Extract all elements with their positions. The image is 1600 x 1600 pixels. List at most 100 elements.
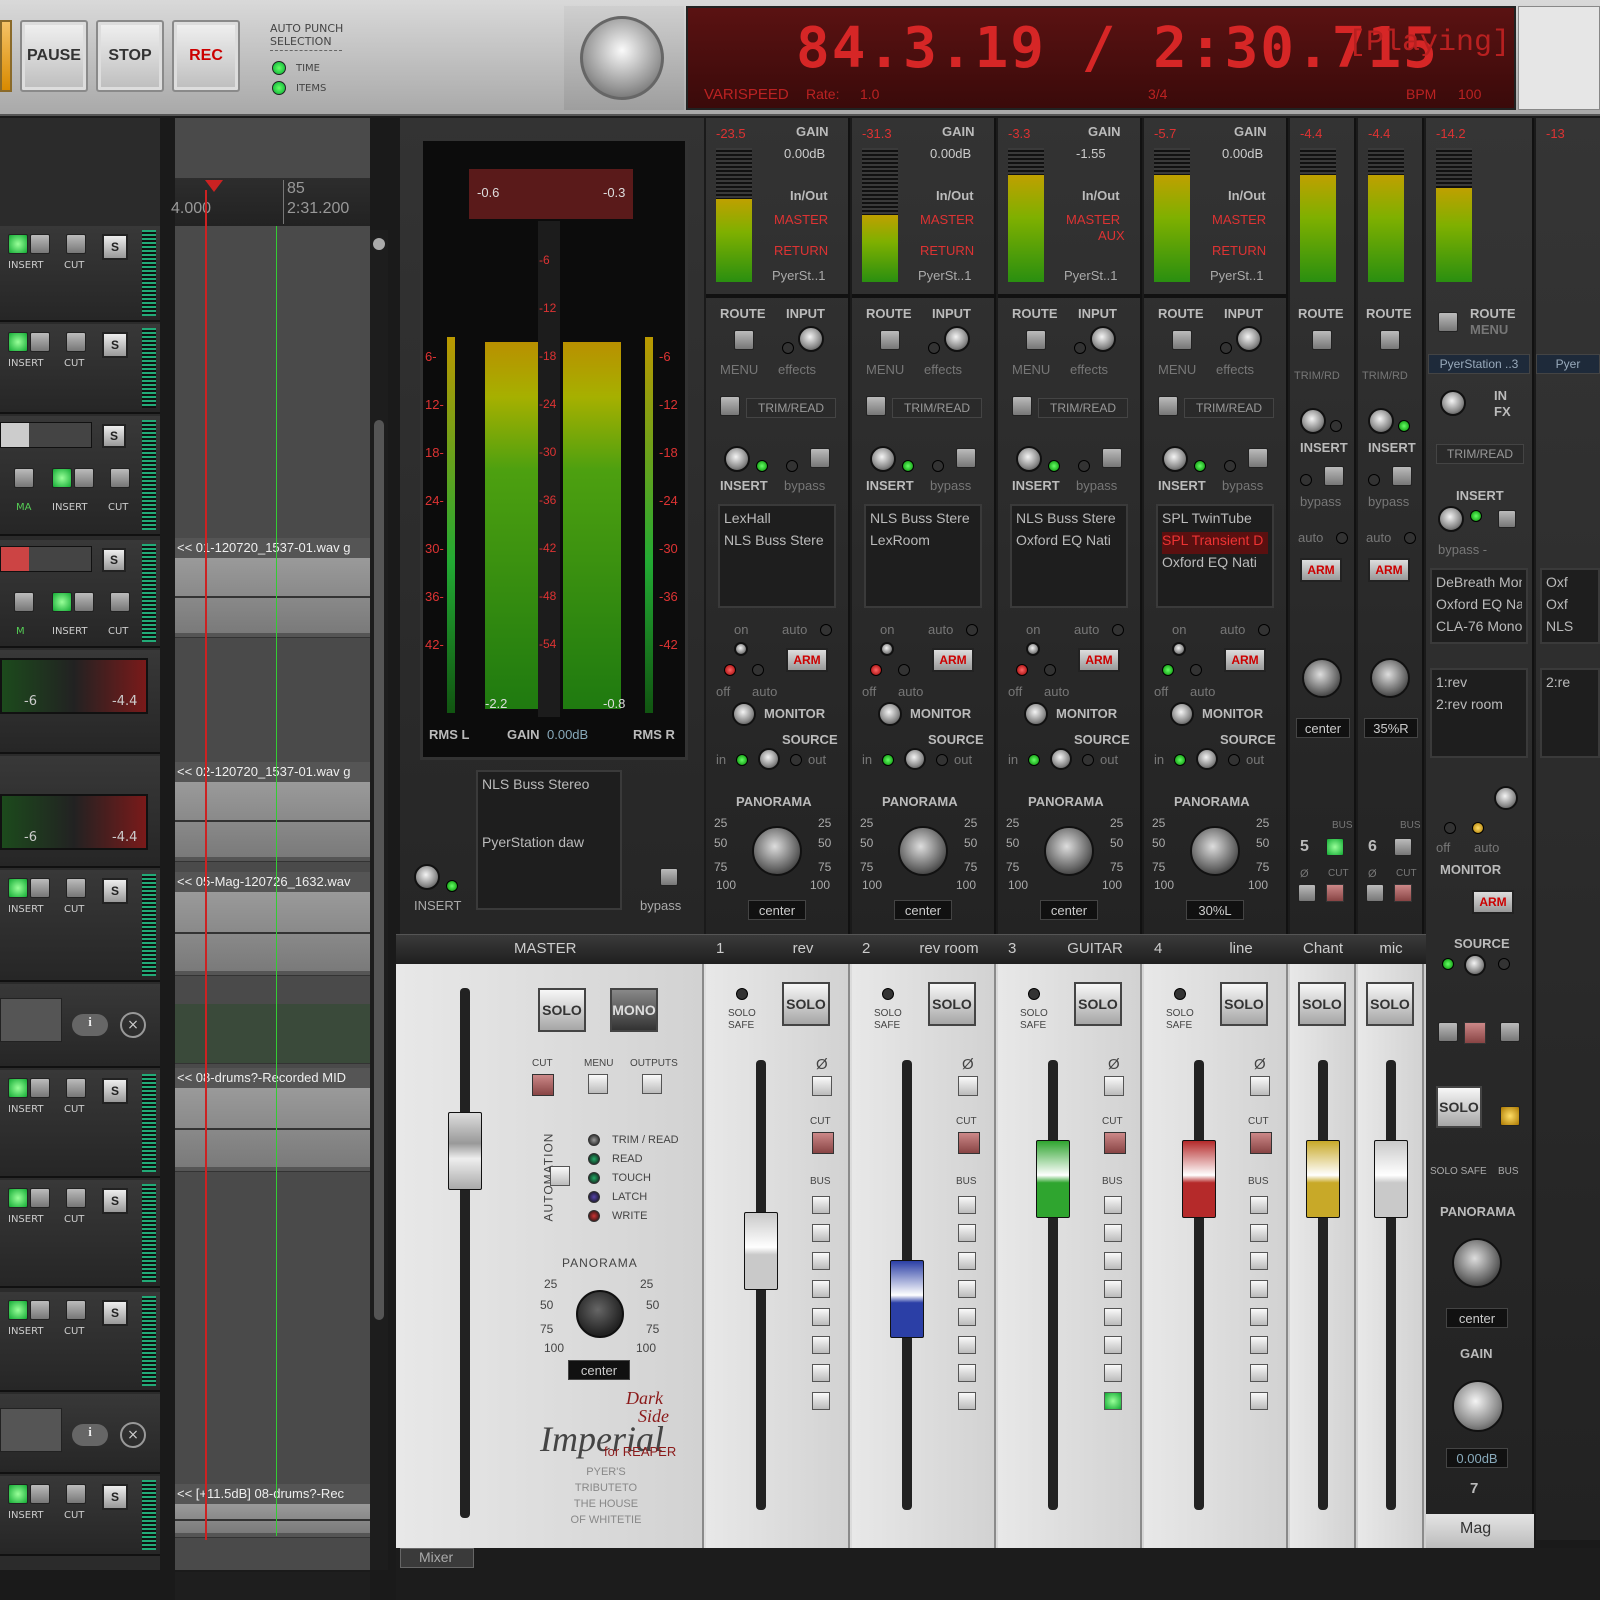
solo-button[interactable]: SOLO — [1220, 982, 1268, 1026]
track-cut-button[interactable] — [66, 878, 86, 898]
bus-assign-button[interactable] — [812, 1392, 830, 1410]
channel-name[interactable]: Chant — [1290, 940, 1356, 957]
track-button[interactable] — [30, 1484, 50, 1504]
track-row[interactable]: i × — [0, 984, 160, 1068]
solo-button[interactable]: SOLO — [1298, 982, 1346, 1026]
bus-assign-button[interactable] — [812, 1252, 830, 1270]
track-cut-button[interactable] — [66, 1078, 86, 1098]
track-solo-button[interactable]: S — [102, 234, 128, 260]
ch7-bus-button[interactable] — [1500, 1022, 1520, 1042]
insert-knob[interactable] — [1162, 446, 1188, 472]
route-button[interactable] — [1026, 330, 1046, 350]
monitor-knob[interactable] — [732, 702, 756, 726]
insert-led[interactable] — [756, 460, 768, 472]
monitor-knob[interactable] — [878, 702, 902, 726]
track-info-panel[interactable] — [0, 1408, 62, 1452]
track-cut-button[interactable] — [66, 234, 86, 254]
automation-mode[interactable]: TRIM/READ — [1184, 398, 1274, 418]
automation-mode-led[interactable] — [588, 1172, 600, 1184]
cut-button[interactable] — [812, 1132, 834, 1154]
channel-return[interactable]: RETURN — [920, 243, 974, 258]
record-arm-led[interactable] — [1162, 664, 1174, 676]
ch7-insert-knob[interactable] — [1438, 506, 1464, 532]
track-solo-button[interactable]: S — [102, 1078, 128, 1104]
insert-led[interactable] — [902, 460, 914, 472]
ch7-pan-knob[interactable] — [1452, 1238, 1502, 1288]
bypass-led[interactable] — [1224, 460, 1236, 472]
bus-assign-button[interactable] — [958, 1196, 976, 1214]
trim-read-button[interactable] — [1158, 396, 1178, 416]
bus-assign-button[interactable] — [958, 1308, 976, 1326]
auto-led[interactable] — [1336, 532, 1348, 544]
route-button[interactable] — [1380, 330, 1400, 350]
horizontal-scrollbar[interactable] — [175, 1572, 370, 1600]
channel-master-send[interactable]: MASTER — [1212, 212, 1266, 227]
track-solo-button[interactable]: S — [102, 332, 128, 358]
track-info-panel[interactable] — [0, 998, 62, 1042]
input-knob[interactable] — [1090, 326, 1116, 352]
master-insert-knob[interactable] — [414, 864, 440, 890]
bus-assign-button[interactable] — [1250, 1336, 1268, 1354]
track-button[interactable] — [74, 468, 94, 488]
bus-assign-button[interactable] — [1104, 1224, 1122, 1242]
track-row[interactable]: S INSERT CUT — [0, 1070, 160, 1178]
source-out-led[interactable] — [936, 754, 948, 766]
vertical-scrollbar[interactable] — [370, 230, 388, 1570]
channel-name[interactable]: GUITAR — [1050, 940, 1140, 957]
track-button[interactable] — [30, 1188, 50, 1208]
fx-slot[interactable]: LexRoom — [870, 532, 976, 554]
bus-assign-button[interactable] — [958, 1364, 976, 1382]
record-mode-switch[interactable] — [1026, 642, 1040, 656]
send-slot[interactable]: 2:re — [1546, 674, 1594, 696]
master-pan-value[interactable]: center — [568, 1360, 630, 1380]
track-button[interactable] — [74, 592, 94, 612]
ch7-bus-led[interactable] — [1500, 1106, 1520, 1126]
master-solo-button[interactable]: SOLO — [538, 988, 586, 1032]
automation-mode[interactable]: TRIM/READ — [746, 398, 836, 418]
pan-value[interactable]: center — [894, 900, 952, 920]
track-insert-led[interactable] — [8, 1188, 28, 1208]
insert-knob[interactable] — [1016, 446, 1042, 472]
ch7-gain-value[interactable]: 0.00dB — [1446, 1448, 1508, 1468]
automation-mode[interactable]: TRIM/READ — [1038, 398, 1128, 418]
track-cut-button[interactable] — [66, 1484, 86, 1504]
bus-assign-button[interactable] — [1250, 1252, 1268, 1270]
bus-assign-button[interactable] — [958, 1224, 976, 1242]
insert-led[interactable] — [1048, 460, 1060, 472]
fader-handle[interactable] — [1182, 1140, 1216, 1218]
trim-read-label[interactable]: TRIM/RD — [1362, 370, 1408, 382]
ch7-route-button[interactable] — [1438, 312, 1458, 332]
track-cut-button[interactable] — [66, 1188, 86, 1208]
input-led[interactable] — [928, 342, 940, 354]
ch7-source-knob[interactable] — [1464, 954, 1486, 976]
solo-button[interactable]: SOLO — [1366, 982, 1414, 1026]
ch7-cut-button[interactable] — [1464, 1022, 1486, 1044]
fx-slot[interactable]: DeBreath Mon — [1436, 574, 1522, 596]
insert-led[interactable] — [1194, 460, 1206, 472]
source-in-led[interactable] — [882, 754, 894, 766]
channel-master-send[interactable]: MASTER — [920, 212, 974, 227]
record-arm-led[interactable] — [870, 664, 882, 676]
bus-assign-button[interactable] — [1104, 1364, 1122, 1382]
bus-assign-button[interactable] — [1104, 1280, 1122, 1298]
fader-handle[interactable] — [1374, 1140, 1408, 1218]
track-insert-led[interactable] — [8, 878, 28, 898]
auto-led[interactable] — [966, 624, 978, 636]
phase-button[interactable] — [1104, 1076, 1124, 1096]
ch7-in-knob[interactable] — [1440, 390, 1466, 416]
close-icon[interactable]: × — [120, 1422, 146, 1448]
pan-value[interactable]: 35%R — [1364, 718, 1418, 738]
source-knob[interactable] — [1050, 748, 1072, 770]
record-button[interactable]: REC — [172, 20, 240, 92]
track-row[interactable]: S INSERT CUT — [0, 324, 160, 414]
track-insert-led[interactable] — [8, 234, 28, 254]
pan-value[interactable]: 30%L — [1186, 900, 1244, 920]
track-row[interactable]: S INSERT CUT — [0, 1180, 160, 1288]
ch7-bypass-button[interactable] — [1498, 510, 1516, 528]
bus-assign-button[interactable] — [1104, 1308, 1122, 1326]
varispeed-label[interactable]: VARISPEED — [704, 86, 789, 103]
master-bypass-button[interactable] — [660, 868, 678, 886]
arm-button[interactable]: ARM — [932, 648, 974, 672]
solo-button[interactable]: SOLO — [928, 982, 976, 1026]
arm-button[interactable]: ARM — [786, 648, 828, 672]
